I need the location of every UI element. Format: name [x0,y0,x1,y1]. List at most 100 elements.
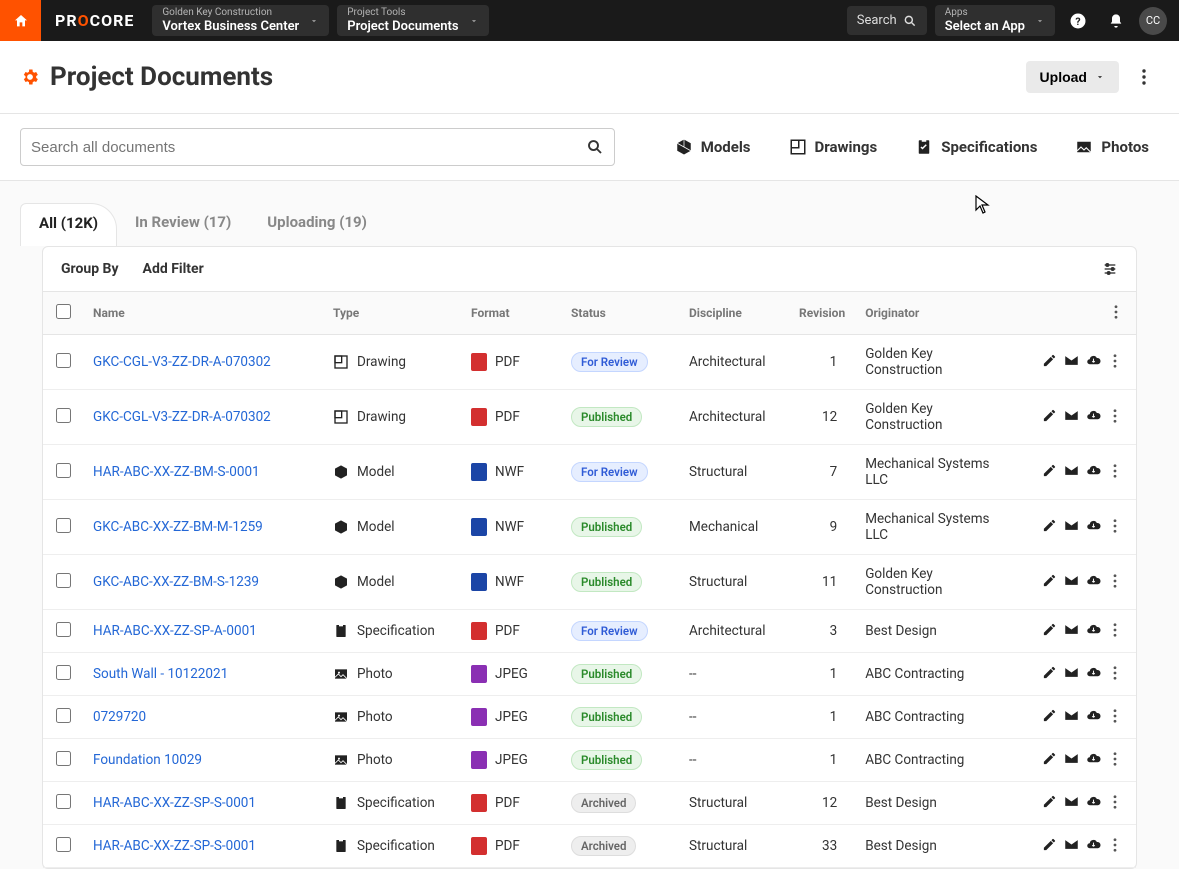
email-button[interactable] [1060,837,1082,852]
row-checkbox[interactable] [56,751,71,766]
global-search[interactable]: Search [847,6,927,35]
group-by-button[interactable]: Group By [61,261,119,277]
document-link[interactable]: South Wall - 10122021 [93,666,228,682]
edit-button[interactable] [1038,708,1060,723]
document-link[interactable]: GKC-CGL-V3-ZZ-DR-A-070302 [93,409,271,425]
format-label: PDF [495,795,520,811]
download-button[interactable] [1082,353,1104,368]
col-format[interactable]: Format [461,292,561,335]
documents-search[interactable] [20,128,615,166]
document-link[interactable]: HAR-ABC-XX-ZZ-SP-S-0001 [93,838,256,854]
edit-button[interactable] [1038,837,1060,852]
document-link[interactable]: HAR-ABC-XX-ZZ-BM-S-0001 [93,464,260,480]
document-link[interactable]: GKC-ABC-XX-ZZ-BM-M-1259 [93,519,263,535]
quick-link-drawings[interactable]: Drawings [789,138,878,156]
apps-switcher[interactable]: Apps Select an App [935,5,1055,36]
row-more-button[interactable] [1104,354,1126,368]
search-input[interactable] [31,139,586,156]
download-button[interactable] [1082,708,1104,723]
add-filter-button[interactable]: Add Filter [143,261,204,277]
quick-link-photos[interactable]: Photos [1075,138,1149,156]
email-button[interactable] [1060,665,1082,680]
kebab-icon[interactable] [1114,305,1118,319]
download-button[interactable] [1082,408,1104,423]
edit-button[interactable] [1038,665,1060,680]
project-switcher[interactable]: Golden Key Construction Vortex Business … [152,5,329,36]
gear-icon[interactable] [20,67,40,87]
col-revision[interactable]: Revision [789,292,855,335]
col-name[interactable]: Name [83,292,323,335]
kebab-icon [1113,464,1117,478]
edit-button[interactable] [1038,353,1060,368]
help-button[interactable]: ? [1059,0,1097,41]
page-more-button[interactable] [1129,69,1159,85]
tab-in-review[interactable]: In Review (17) [117,203,249,246]
email-button[interactable] [1060,408,1082,423]
download-button[interactable] [1082,622,1104,637]
email-button[interactable] [1060,622,1082,637]
row-checkbox[interactable] [56,708,71,723]
row-checkbox[interactable] [56,463,71,478]
download-button[interactable] [1082,837,1104,852]
row-more-button[interactable] [1104,795,1126,809]
tab-all[interactable]: All (12K) [20,203,117,246]
select-all-checkbox[interactable] [56,304,71,319]
row-checkbox[interactable] [56,408,71,423]
row-more-button[interactable] [1104,666,1126,680]
status-badge: Published [571,707,642,727]
row-more-button[interactable] [1104,623,1126,637]
row-more-button[interactable] [1104,464,1126,478]
row-checkbox[interactable] [56,622,71,637]
email-button[interactable] [1060,708,1082,723]
download-button[interactable] [1082,665,1104,680]
col-originator[interactable]: Originator [855,292,1018,335]
download-button[interactable] [1082,463,1104,478]
document-link[interactable]: HAR-ABC-XX-ZZ-SP-S-0001 [93,795,256,811]
row-checkbox[interactable] [56,837,71,852]
download-button[interactable] [1082,573,1104,588]
edit-button[interactable] [1038,573,1060,588]
col-discipline[interactable]: Discipline [679,292,789,335]
row-more-button[interactable] [1104,519,1126,533]
download-button[interactable] [1082,751,1104,766]
email-button[interactable] [1060,518,1082,533]
row-more-button[interactable] [1104,752,1126,766]
column-settings-button[interactable] [1102,261,1118,277]
email-button[interactable] [1060,463,1082,478]
document-link[interactable]: Foundation 10029 [93,752,202,768]
row-checkbox[interactable] [56,353,71,368]
user-avatar[interactable]: CC [1139,7,1167,35]
edit-button[interactable] [1038,518,1060,533]
row-more-button[interactable] [1104,709,1126,723]
edit-button[interactable] [1038,408,1060,423]
email-button[interactable] [1060,353,1082,368]
quick-link-models[interactable]: Models [675,138,751,156]
email-button[interactable] [1060,573,1082,588]
envelope-icon [1064,837,1079,852]
document-link[interactable]: GKC-CGL-V3-ZZ-DR-A-070302 [93,354,271,370]
email-button[interactable] [1060,751,1082,766]
quick-link-specifications[interactable]: Specifications [915,138,1037,156]
row-checkbox[interactable] [56,665,71,680]
edit-button[interactable] [1038,463,1060,478]
edit-button[interactable] [1038,751,1060,766]
col-status[interactable]: Status [561,292,679,335]
row-checkbox[interactable] [56,573,71,588]
project-switcher-value: Vortex Business Center [162,19,299,35]
notifications-button[interactable] [1097,0,1135,41]
col-type[interactable]: Type [323,292,461,335]
edit-button[interactable] [1038,622,1060,637]
row-more-button[interactable] [1104,838,1126,852]
status-badge: Published [571,750,642,770]
row-checkbox[interactable] [56,518,71,533]
tab-uploading[interactable]: Uploading (19) [249,203,385,246]
tool-switcher[interactable]: Project Tools Project Documents [337,5,488,36]
row-more-button[interactable] [1104,574,1126,588]
document-link[interactable]: 0729720 [93,709,146,725]
home-button[interactable] [0,0,41,41]
row-more-button[interactable] [1104,409,1126,423]
upload-button[interactable]: Upload [1026,61,1119,93]
download-button[interactable] [1082,518,1104,533]
document-link[interactable]: GKC-ABC-XX-ZZ-BM-S-1239 [93,574,259,590]
document-link[interactable]: HAR-ABC-XX-ZZ-SP-A-0001 [93,623,257,639]
